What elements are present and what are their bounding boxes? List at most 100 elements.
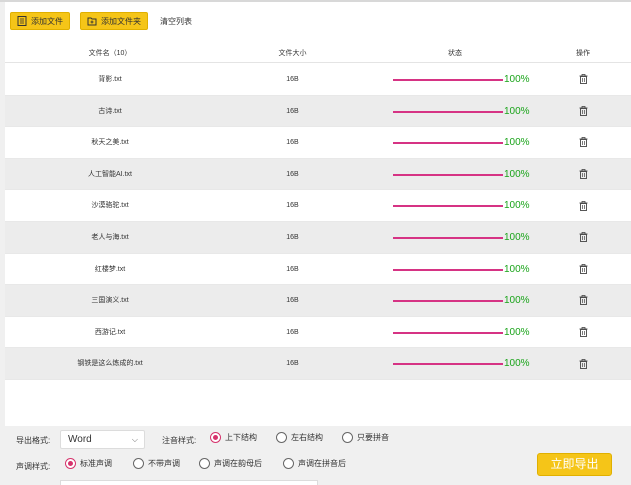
progress-fill (393, 205, 503, 208)
file-size: 16B (286, 76, 299, 83)
export-format-select[interactable]: Word ⌵ (60, 430, 145, 449)
file-size: 16B (286, 265, 299, 273)
status-percent: 100% (504, 137, 530, 149)
operation-cell (553, 222, 613, 253)
clear-list-button[interactable]: 清空列表 (160, 16, 192, 27)
operation-cell (553, 190, 613, 221)
progress-bar (393, 110, 503, 113)
file-size: 16B (286, 328, 299, 336)
status-cell: 100% (393, 159, 553, 190)
status-percent: 100% (504, 295, 530, 307)
table-row[interactable]: 老人与海.txt 16B 100% (5, 221, 631, 254)
output-path-field[interactable] (60, 480, 318, 485)
file-list-icon (17, 16, 27, 26)
table-row[interactable]: 古诗.txt 16B 100% (5, 95, 631, 128)
header-filename: 文件名（10） (88, 50, 132, 57)
export-format-label: 导出格式: (16, 436, 51, 445)
settings-bar: 导出格式: Word ⌵ 注音样式: 上下结构 左右结构 只要拼音 声调样式: … (0, 426, 631, 485)
trash-icon[interactable] (579, 232, 588, 243)
progress-bar (393, 363, 503, 366)
add-file-button[interactable]: 添加文件 (10, 12, 70, 30)
file-size: 16B (286, 170, 299, 178)
trash-icon[interactable] (579, 137, 588, 148)
progress-fill (393, 363, 503, 366)
status-cell: 100% (393, 348, 553, 379)
progress-bar (393, 236, 503, 239)
radio-tone-after-pinyin[interactable]: 声调在拼音后 (283, 458, 346, 469)
trash-icon[interactable] (579, 263, 588, 274)
radio-annotation-top-bottom[interactable]: 上下结构 (210, 432, 257, 443)
progress-fill (393, 300, 503, 303)
header-filesize: 文件大小 (278, 50, 307, 57)
status-cell: 100% (393, 317, 553, 348)
export-format-value: Word (68, 434, 92, 445)
progress-fill (393, 268, 503, 271)
radio-dot (65, 458, 76, 469)
radio-label: 上下结构 (225, 433, 257, 442)
trash-icon[interactable] (579, 295, 588, 306)
tone-style-label: 声调样式: (16, 462, 51, 471)
table-header: 文件名（10） 文件大小 状态 操作 (5, 44, 631, 63)
radio-tone-standard[interactable]: 标准声调 (65, 458, 112, 469)
radio-dot (342, 432, 353, 443)
progress-bar (393, 300, 503, 303)
operation-cell (553, 159, 613, 190)
trash-icon[interactable] (579, 74, 588, 85)
table-row[interactable]: 三国演义.txt 16B 100% (5, 285, 631, 317)
status-cell: 100% (393, 254, 553, 285)
export-now-button[interactable]: 立即导出 (537, 453, 612, 476)
table-row[interactable]: 西游记.txt 16B 100% (5, 316, 631, 349)
status-percent: 100% (504, 231, 530, 243)
operation-cell (553, 127, 613, 158)
file-name: 老人与海.txt (91, 233, 129, 241)
table-row[interactable]: 背影.txt 16B 100% (5, 64, 631, 96)
folder-add-icon (87, 17, 97, 26)
radio-label: 只要拼音 (357, 433, 389, 442)
progress-bar (393, 205, 503, 208)
radio-label: 声调在韵母后 (214, 459, 262, 468)
status-percent: 100% (504, 263, 530, 275)
file-size: 16B (286, 360, 299, 368)
status-percent: 100% (504, 326, 530, 338)
file-size: 16B (286, 297, 299, 305)
progress-fill (393, 79, 503, 81)
trash-icon[interactable] (579, 200, 588, 211)
trash-icon[interactable] (579, 105, 588, 116)
table-row[interactable]: 沙漠骆驼.txt 16B 100% (5, 190, 631, 222)
trash-icon[interactable] (579, 358, 588, 369)
table-row[interactable]: 秋天之美.txt 16B 100% (5, 127, 631, 159)
progress-bar (393, 331, 503, 334)
header-status: 状态 (448, 50, 462, 57)
table-row[interactable]: 红楼梦.txt 16B 100% (5, 253, 631, 286)
trash-icon[interactable] (579, 169, 588, 179)
table-row[interactable]: 人工智能AI.txt 16B 100% (5, 158, 631, 191)
header-operation: 操作 (576, 50, 590, 57)
radio-dot (133, 458, 144, 469)
add-folder-button[interactable]: 添加文件夹 (80, 12, 148, 30)
radio-annotation-pinyin-only[interactable]: 只要拼音 (342, 432, 389, 443)
radio-dot (276, 432, 287, 443)
operation-cell (553, 348, 613, 379)
operation-cell (553, 285, 613, 316)
progress-bar (393, 173, 503, 176)
radio-label: 标准声调 (80, 459, 112, 468)
file-size: 16B (286, 139, 299, 147)
annotation-style-label: 注音样式: (162, 436, 197, 445)
file-name: 古诗.txt (98, 107, 122, 115)
radio-dot (199, 458, 210, 469)
radio-dot (210, 432, 221, 443)
radio-annotation-left-right[interactable]: 左右结构 (276, 432, 323, 443)
progress-bar (393, 79, 503, 81)
radio-tone-none[interactable]: 不带声调 (133, 458, 180, 469)
status-cell: 100% (393, 190, 553, 221)
radio-tone-after-final[interactable]: 声调在韵母后 (199, 458, 262, 469)
file-table-body: 背影.txt 16B 100% 古诗.txt 16B 100% 秋天之美.txt 16B 100… (5, 64, 631, 380)
progress-fill (393, 173, 503, 176)
trash-icon[interactable] (579, 327, 588, 337)
chevron-down-icon: ⌵ (131, 435, 138, 444)
file-name: 三国演义.txt (91, 297, 129, 305)
status-percent: 100% (504, 105, 530, 117)
table-row[interactable]: 钢铁是这么炼成的.txt 16B 100% (5, 348, 631, 380)
file-name: 红楼梦.txt (94, 265, 126, 273)
status-percent: 100% (504, 168, 530, 180)
